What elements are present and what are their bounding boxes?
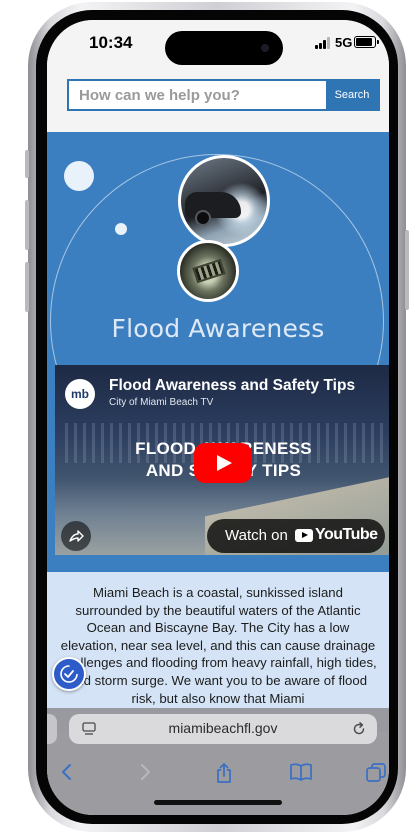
youtube-embed[interactable]: mb Flood Awareness and Safety Tips City … bbox=[55, 365, 389, 555]
network-label: 5G bbox=[335, 35, 353, 50]
storm-drain-photo bbox=[177, 240, 239, 302]
youtube-logo-icon bbox=[295, 529, 313, 542]
hero-section: Flood Awareness mb Flood Awareness and S… bbox=[47, 132, 389, 572]
dynamic-island bbox=[165, 31, 283, 65]
accessibility-icon[interactable] bbox=[52, 657, 86, 691]
car-shape bbox=[185, 192, 241, 218]
power-button bbox=[405, 230, 409, 310]
reload-icon[interactable] bbox=[351, 721, 367, 737]
video-channel[interactable]: City of Miami Beach TV bbox=[109, 397, 213, 408]
forward-icon[interactable] bbox=[135, 762, 155, 782]
front-camera bbox=[261, 44, 269, 52]
decorative-bubble bbox=[64, 161, 94, 191]
phone-screen: 10:34 5G Search bbox=[47, 20, 389, 815]
bookmarks-icon[interactable] bbox=[289, 762, 313, 782]
flooded-street-car-photo bbox=[178, 155, 270, 247]
search-button[interactable]: Search bbox=[326, 81, 378, 109]
youtube-wordmark: YouTube bbox=[315, 526, 378, 543]
watch-label: Watch on bbox=[225, 527, 288, 544]
status-bar: 10:34 5G bbox=[47, 20, 389, 72]
search-input[interactable] bbox=[69, 81, 328, 109]
share-icon[interactable] bbox=[213, 762, 235, 784]
site-header: Search bbox=[47, 72, 389, 132]
decorative-bubble bbox=[115, 223, 127, 235]
channel-logo[interactable]: mb bbox=[65, 379, 95, 409]
back-icon[interactable] bbox=[57, 762, 77, 782]
tabs-icon[interactable] bbox=[365, 762, 387, 784]
volume-up-button bbox=[25, 200, 29, 250]
search-box: Search bbox=[67, 79, 380, 111]
watch-on-youtube-button[interactable]: Watch on YouTube bbox=[207, 519, 385, 553]
home-indicator[interactable] bbox=[154, 800, 282, 805]
video-title[interactable]: Flood Awareness and Safety Tips bbox=[109, 377, 355, 395]
signal-icon bbox=[315, 37, 333, 49]
youtube-play-icon[interactable] bbox=[194, 443, 252, 483]
video-share-icon[interactable] bbox=[61, 521, 91, 551]
intro-paragraph: Miami Beach is a coastal, sunkissed isla… bbox=[59, 585, 377, 706]
wheel-shape bbox=[195, 210, 211, 226]
address-bar[interactable]: miamibeachfl.gov bbox=[69, 714, 377, 744]
previous-tab-edge[interactable] bbox=[47, 714, 57, 744]
action-button bbox=[25, 150, 29, 178]
battery-icon bbox=[354, 36, 379, 48]
address-bar-area: miamibeachfl.gov bbox=[47, 708, 389, 750]
page-title: Flood Awareness bbox=[111, 314, 325, 343]
status-time: 10:34 bbox=[89, 33, 133, 52]
browser-toolbar bbox=[47, 750, 389, 815]
volume-down-button bbox=[25, 262, 29, 312]
drain-grate-shape bbox=[192, 258, 226, 284]
url-text[interactable]: miamibeachfl.gov bbox=[69, 720, 377, 736]
battery-tip bbox=[377, 40, 379, 44]
battery-fill bbox=[356, 38, 373, 46]
